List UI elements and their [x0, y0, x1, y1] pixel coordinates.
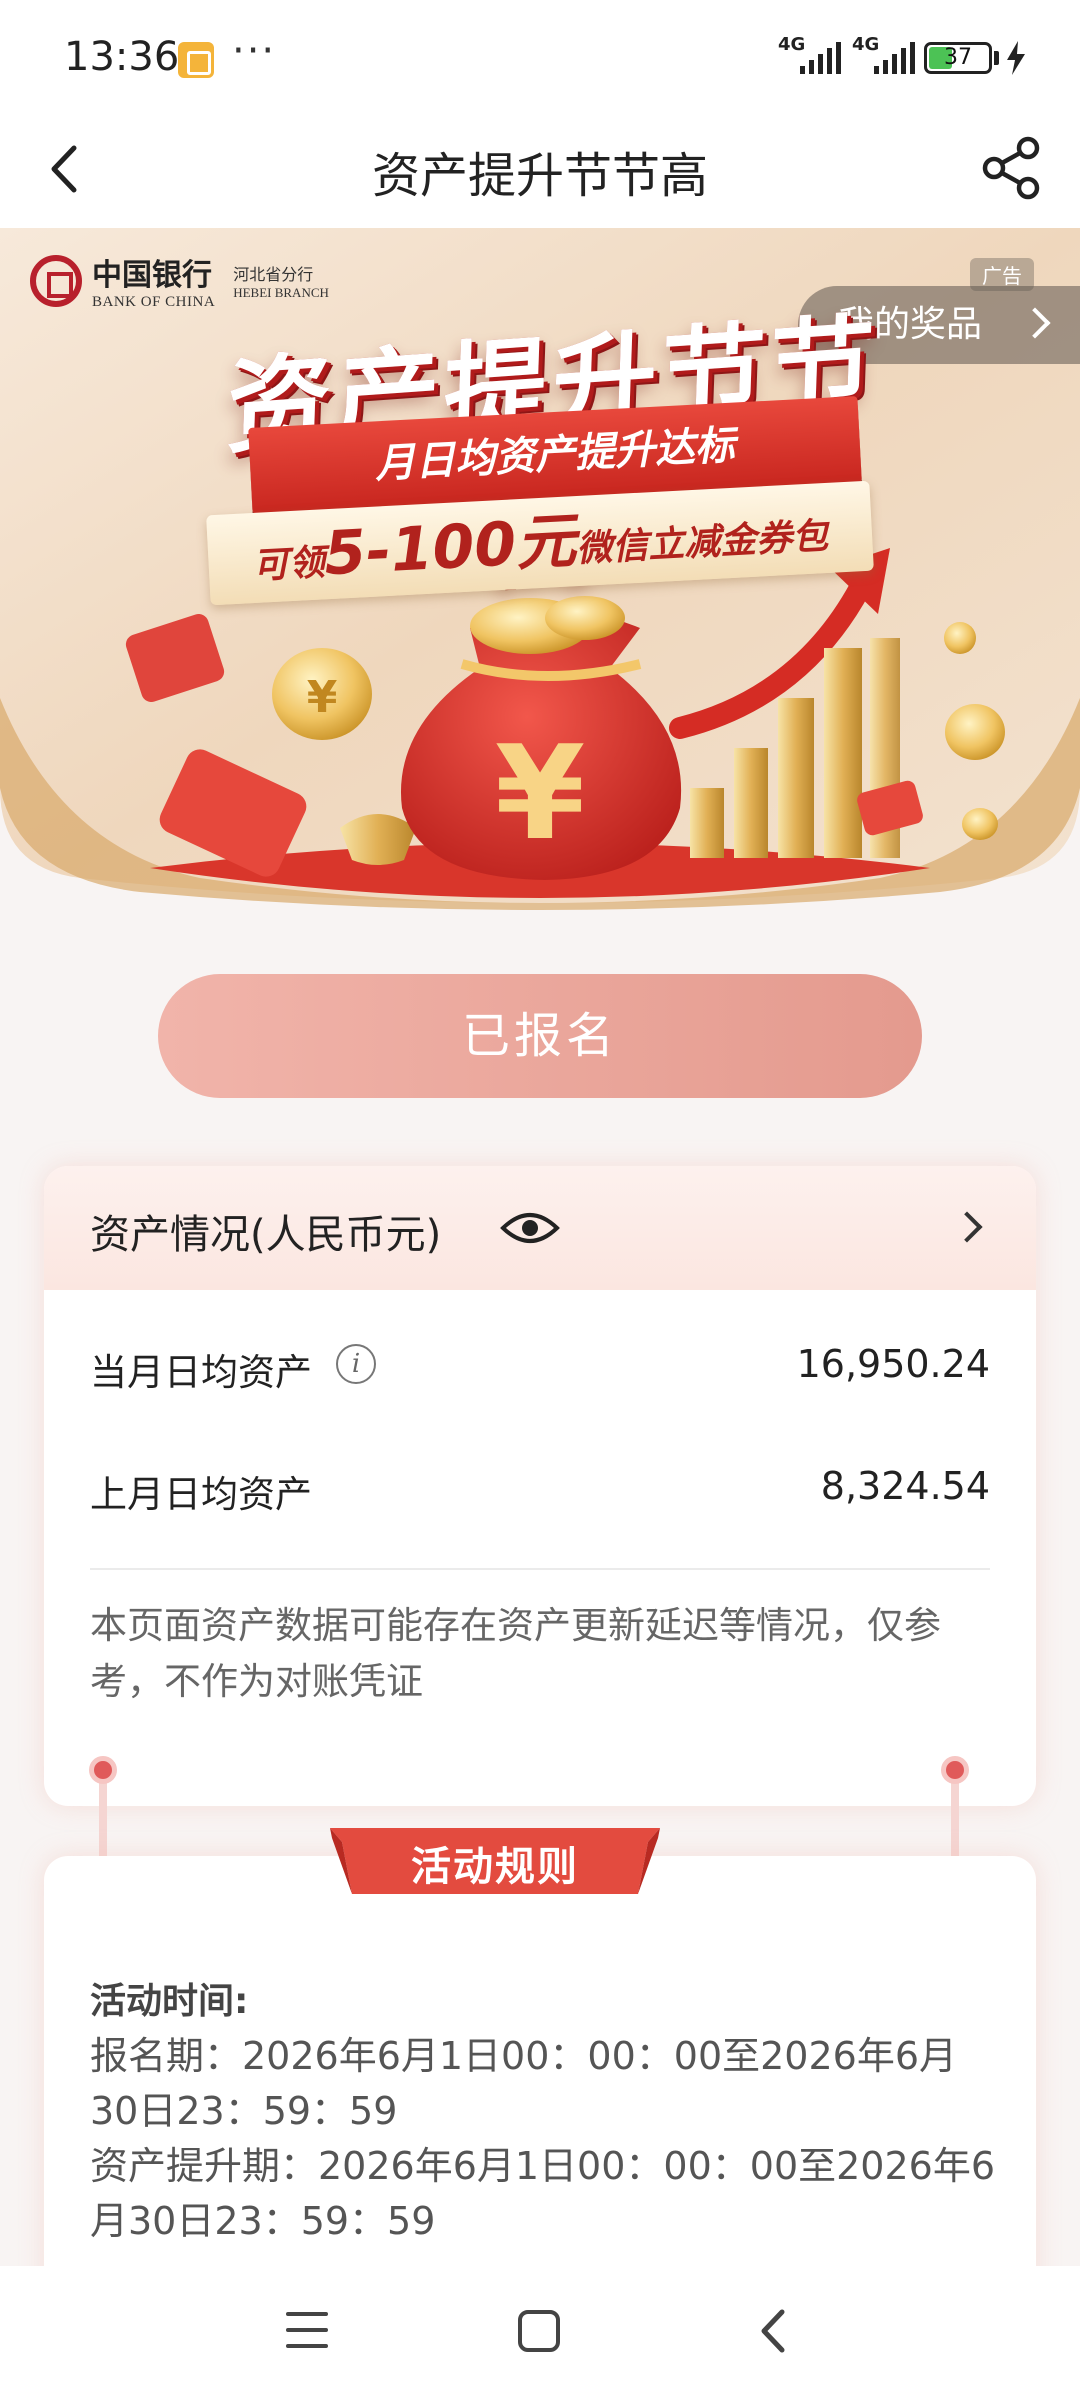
back-icon[interactable] [752, 2306, 796, 2356]
bank-name-cn: 中国银行 [92, 258, 212, 293]
home-icon[interactable] [518, 2310, 560, 2352]
status-time: 13:36 [64, 34, 180, 80]
current-month-avg-value: 16,950.24 [796, 1342, 990, 1386]
rules-tab-label: 活动规则 [411, 1844, 579, 1890]
divider [90, 1568, 990, 1570]
assets-disclaimer: 本页面资产数据可能存在资产更新延迟等情况，仅参考，不作为对账凭证 [90, 1604, 941, 1703]
offer-prefix: 可领 [251, 542, 326, 588]
promo-banner[interactable]: ¥ ¥ 中国银行 BANK OF CHINA 河北省分行 HEBEI BRANC… [0, 228, 1080, 918]
rules-heading: 活动时间: [90, 1981, 249, 2022]
chevron-right-icon [1019, 307, 1051, 339]
offer-suffix: 微信立减金券包 [575, 515, 830, 571]
charging-icon [1007, 41, 1025, 75]
offer-amount: 5-100元 [322, 506, 578, 590]
share-icon[interactable] [976, 132, 1048, 204]
battery-cap [994, 51, 999, 65]
info-icon[interactable]: i [336, 1344, 376, 1384]
signal-icon-2: 4G [852, 34, 922, 74]
assets-title: 资产情况(人民币元) [90, 1212, 442, 1258]
boc-logo-icon [30, 254, 82, 307]
page-title: 资产提升节节高 [371, 148, 708, 204]
current-month-avg-label: 当月日均资产 [90, 1351, 312, 1394]
eye-icon[interactable] [500, 1208, 560, 1248]
last-month-avg-value: 8,324.54 [820, 1464, 990, 1508]
system-nav-bar [0, 2266, 1080, 2400]
svg-text:¥: ¥ [495, 717, 585, 869]
rules-line-signup: 报名期：2026年6月1日00：00：00至2026年6月30日23：59：59 [90, 2034, 958, 2133]
branch-name-cn: 河北省分行 [233, 264, 314, 284]
bank-logo: 中国银行 BANK OF CHINA 河北省分行 HEBEI BRANCH [30, 250, 329, 311]
chevron-right-icon[interactable] [951, 1211, 983, 1243]
rules-line-asset-period: 资产提升期：2026年6月1日00：00：00至2026年6月30日23：59：… [90, 2144, 996, 2243]
notification-icon [178, 42, 214, 78]
rules-body: 活动时间: 报名期：2026年6月1日00：00：00至2026年6月30日23… [90, 1974, 1000, 2249]
menu-icon[interactable] [286, 2312, 328, 2352]
more-notifications-indicator: ··· [232, 28, 277, 74]
signal-icon: 4G [778, 34, 848, 74]
assets-card-header[interactable]: 资产情况(人民币元) [44, 1166, 1036, 1290]
battery-percent: 37 [944, 45, 972, 70]
bank-name-en: BANK OF CHINA [92, 294, 216, 310]
battery-icon: 37 [924, 42, 992, 74]
last-month-avg-label: 上月日均资产 [90, 1473, 312, 1516]
signed-up-button[interactable]: 已报名 [158, 974, 922, 1098]
svg-text:¥: ¥ [307, 672, 338, 723]
branch-name-en: HEBEI BRANCH [233, 284, 329, 300]
status-bar: 13:36 ··· 4G 4G 37 [0, 0, 1080, 110]
assets-card: 资产情况(人民币元) 当月日均资产 i 16,950.24 上月日均资产 8,3… [44, 1166, 1036, 1806]
app-header: 资产提升节节高 [0, 110, 1080, 228]
